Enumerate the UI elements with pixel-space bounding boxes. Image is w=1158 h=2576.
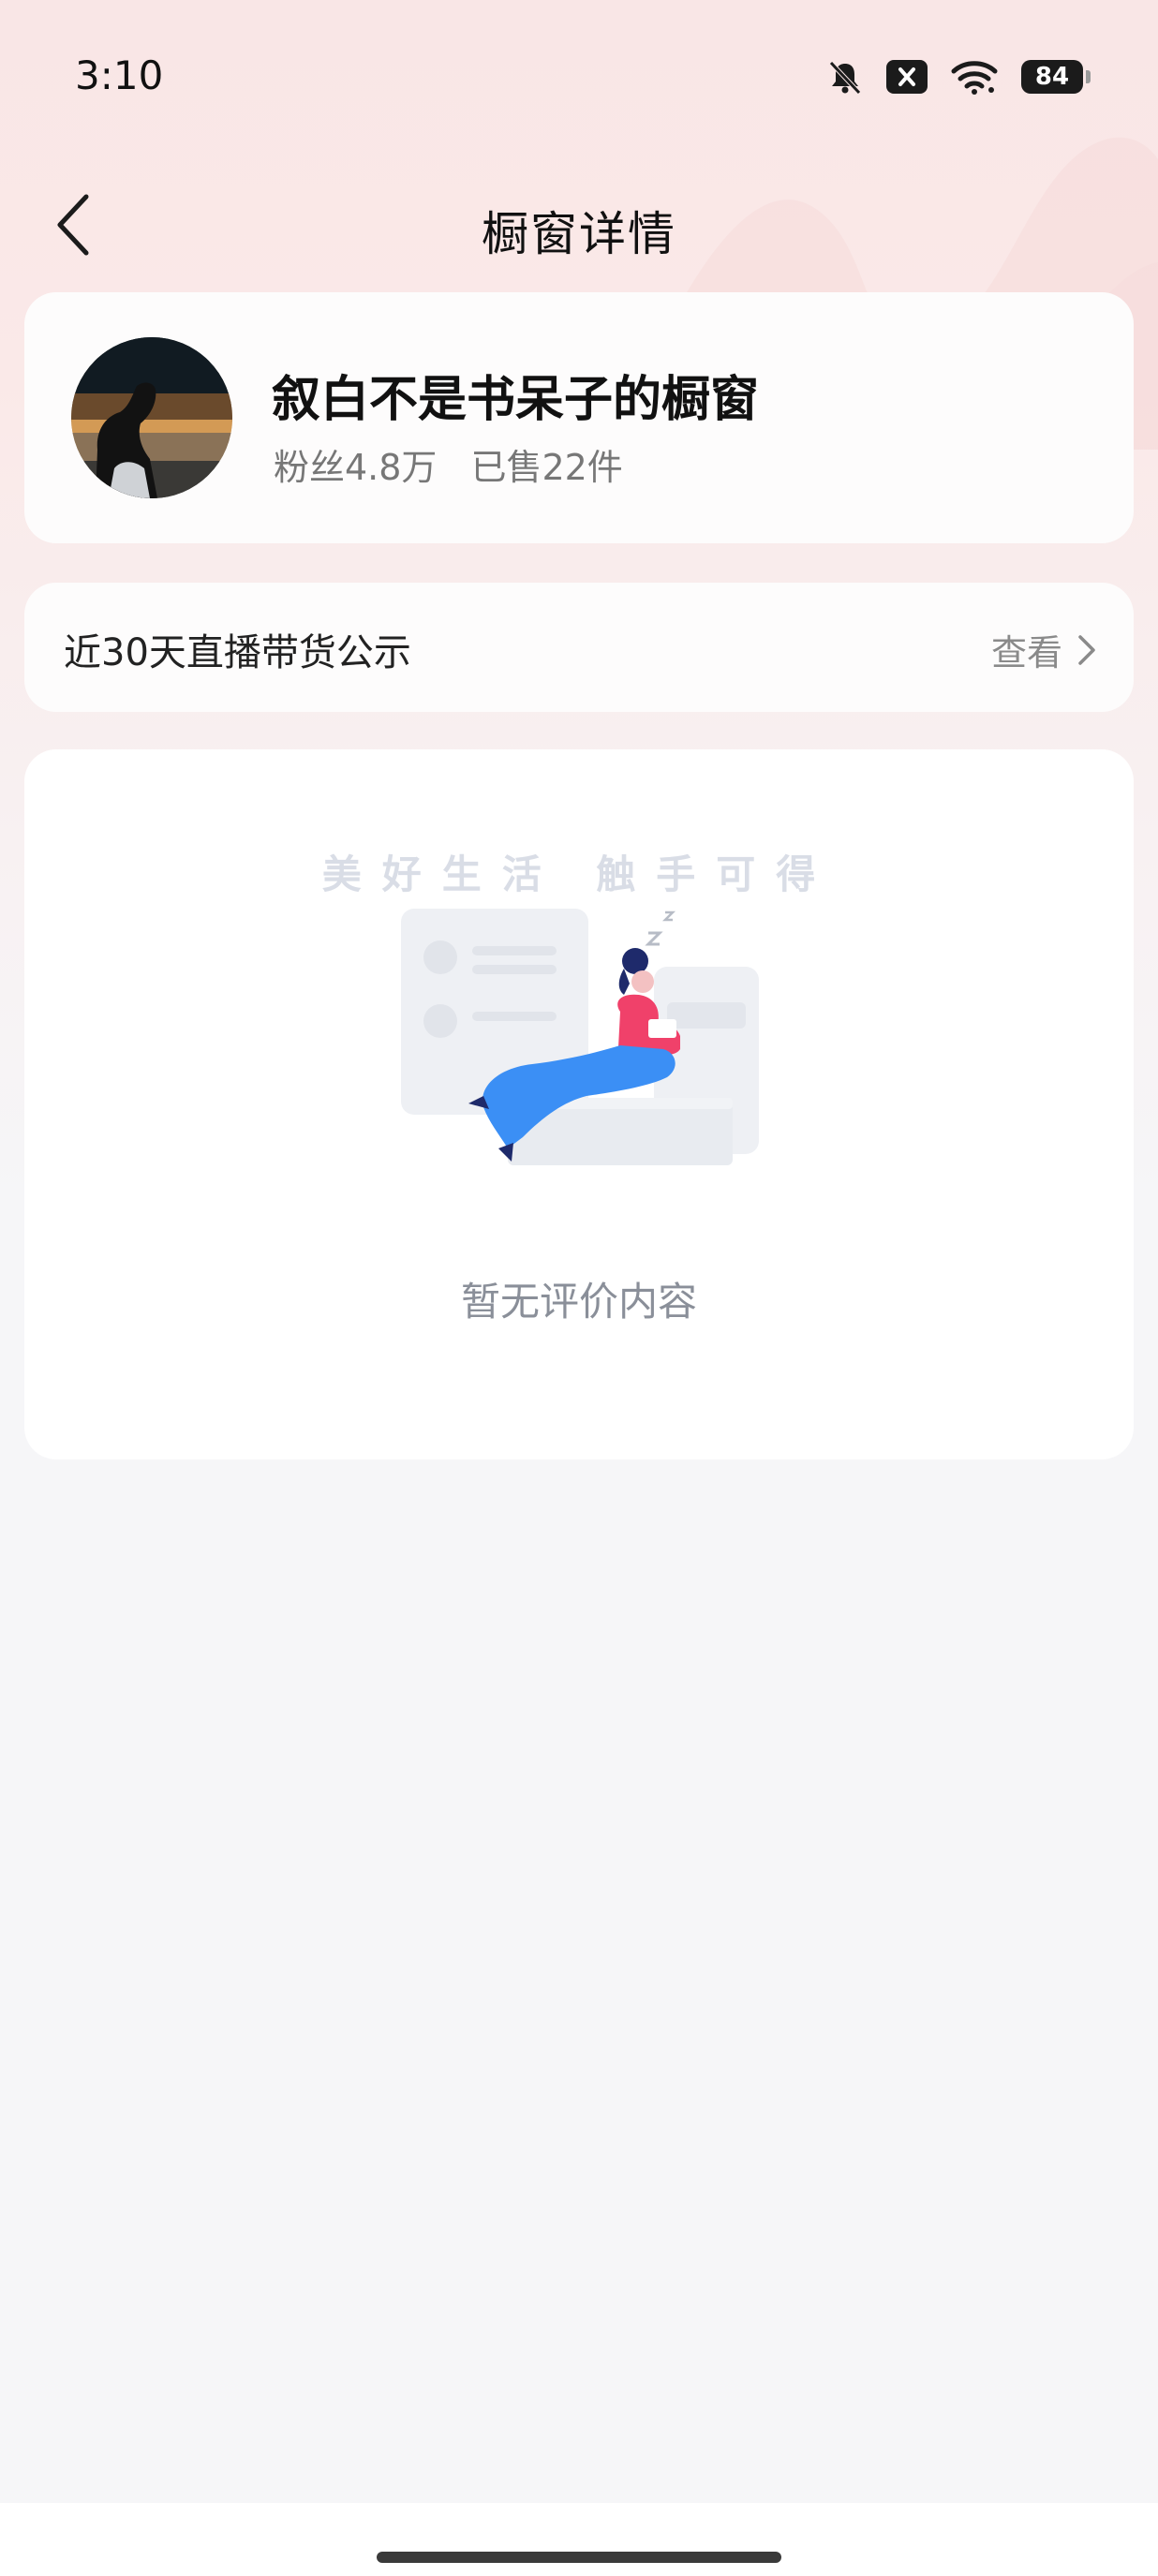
sold-count: 已售22件 bbox=[470, 447, 623, 488]
page-title: 橱窗详情 bbox=[482, 207, 676, 261]
slogan: 美好生活 触手可得 bbox=[321, 851, 837, 897]
reviews-card: 美好生活 触手可得 暂无评价内容 bbox=[24, 749, 1134, 1459]
avatar-photo bbox=[71, 337, 232, 498]
chevron-right-icon bbox=[1078, 634, 1095, 665]
avatar[interactable] bbox=[71, 337, 232, 498]
fans-count: 粉丝4.8万 bbox=[274, 447, 438, 488]
status-icons: 84 bbox=[826, 58, 1091, 96]
view-link[interactable]: 查看 bbox=[991, 624, 1096, 675]
wifi-icon bbox=[951, 61, 998, 95]
store-name: 叙白不是书呆子的橱窗 bbox=[272, 372, 760, 428]
status-bar: 3:10 84 bbox=[0, 0, 1158, 159]
status-time: 3:10 bbox=[75, 52, 164, 98]
nav-bar: 橱窗详情 bbox=[0, 169, 1158, 281]
page: 3:10 84 橱窗详情 叙白不是书呆子的橱窗 粉丝4.8万 已售22件 近30… bbox=[0, 0, 1158, 2576]
battery-icon: 84 bbox=[1021, 60, 1091, 94]
bell-muted-icon bbox=[829, 61, 861, 95]
close-box-icon bbox=[886, 60, 928, 94]
notice-label: 近30天直播带货公示 bbox=[64, 631, 411, 674]
live-sales-notice-row[interactable]: 近30天直播带货公示 查看 bbox=[24, 583, 1134, 712]
store-stats: 粉丝4.8万 已售22件 bbox=[274, 438, 623, 490]
empty-state-illustration bbox=[401, 909, 759, 1165]
system-nav-bar bbox=[0, 2503, 1158, 2576]
store-card[interactable]: 叙白不是书呆子的橱窗 粉丝4.8万 已售22件 bbox=[24, 292, 1134, 543]
view-link-text: 查看 bbox=[990, 632, 1062, 674]
empty-state-text: 暂无评价内容 bbox=[460, 1279, 697, 1325]
home-indicator[interactable] bbox=[377, 2552, 781, 2563]
